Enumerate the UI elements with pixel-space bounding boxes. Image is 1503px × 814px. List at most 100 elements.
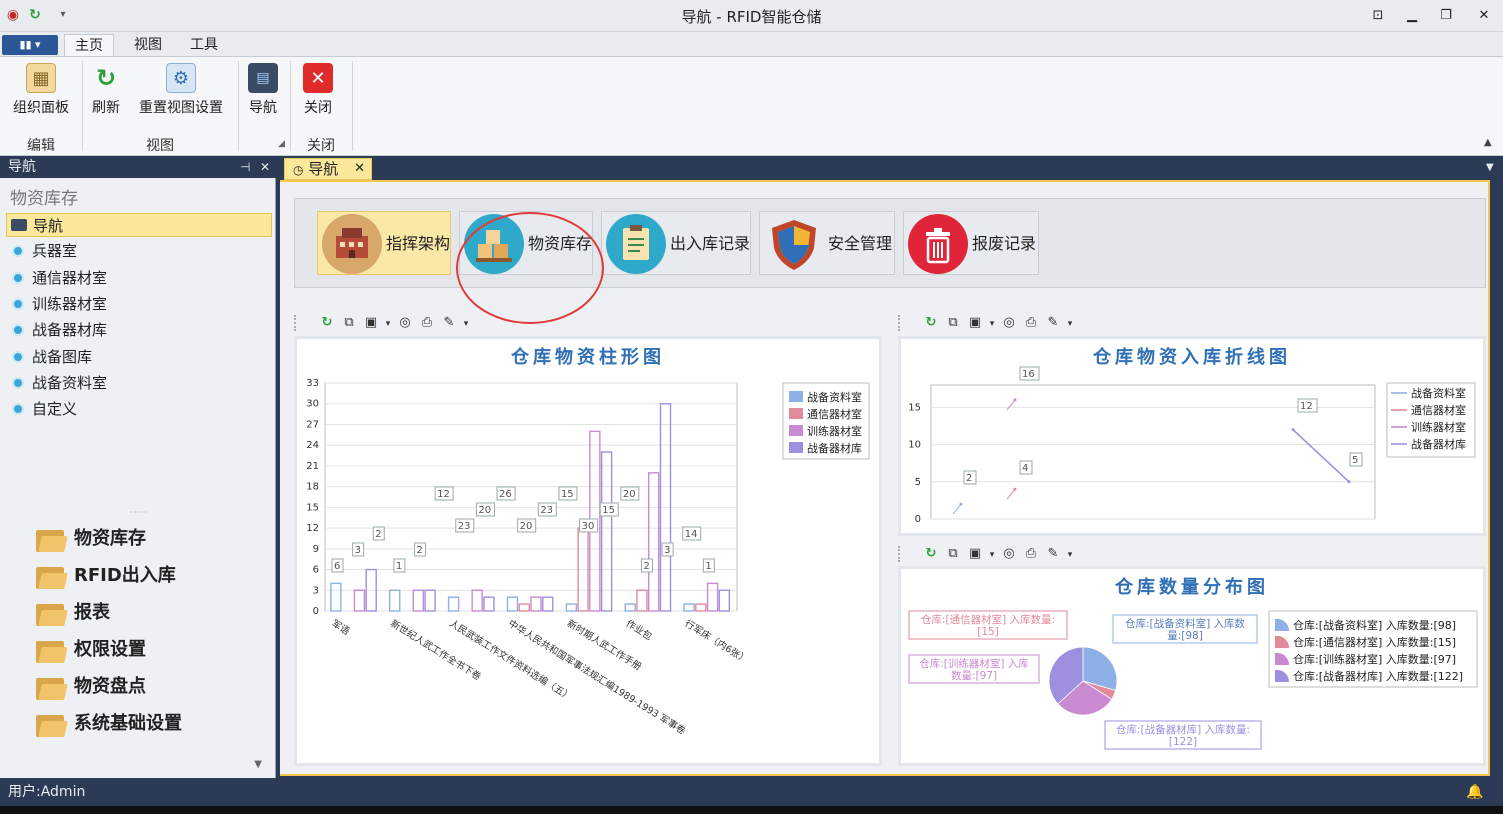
export-icon[interactable]: ✎ [438, 312, 460, 334]
document-tab-bar: ◷ 导航 ✕ ▼ [278, 156, 1503, 180]
nav-item-armory[interactable]: 兵器室 [6, 239, 272, 263]
save-icon[interactable]: ▣ [964, 312, 986, 334]
toolbar-overflow-icon[interactable]: ▾ [1064, 544, 1076, 566]
nav-group-permissions[interactable]: 权限设置 [36, 635, 146, 665]
group-expander-icon[interactable]: ◢ [278, 139, 285, 149]
reset-view-settings-button[interactable]: ⚙ 重置视图设置 [130, 61, 232, 117]
navigation-button[interactable]: ▤ 导航 [242, 61, 284, 117]
organize-panel-icon: ▦ [26, 63, 56, 93]
nav-group-stocktake[interactable]: 物资盘点 [36, 672, 146, 702]
ribbon-tab-bar: ▮▮ ▾ 主页 视图 工具 [0, 32, 1503, 56]
nav-group-label: 物资库存 [74, 528, 146, 549]
module-scrap-records[interactable]: 报废记录 [903, 211, 1039, 275]
data-label: 6 [334, 561, 340, 572]
save-dropdown-icon[interactable]: ▾ [986, 313, 998, 335]
nav-group-rfid[interactable]: RFID出入库 [36, 561, 176, 591]
data-label: 20 [478, 505, 491, 516]
restore-button[interactable]: ❐ [1434, 6, 1458, 26]
current-user: 用户:Admin [8, 784, 86, 800]
toolbar-grip[interactable] [294, 314, 316, 331]
toolbar-grip[interactable] [898, 314, 920, 331]
legend-swatch [789, 408, 803, 419]
close-window-button[interactable]: ✕ [1472, 6, 1496, 26]
print-icon[interactable]: ⎙ [1020, 312, 1042, 334]
y-tick-label: 18 [306, 482, 319, 493]
nav-item-navigation[interactable]: 导航 [6, 213, 272, 237]
data-label: 2 [417, 545, 423, 556]
doc-tabs-dropdown-icon[interactable]: ▼ [1486, 162, 1494, 173]
y-tick-label: 30 [306, 399, 319, 410]
nav-item-comm-equipment[interactable]: 通信器材室 [6, 266, 272, 290]
window-icon[interactable]: ⧉ [942, 312, 964, 334]
toolbar-grip[interactable] [898, 545, 920, 562]
save-icon[interactable]: ▣ [964, 543, 986, 565]
nav-item-custom[interactable]: 自定义 [6, 397, 272, 421]
camera-icon[interactable]: ◎ [998, 312, 1020, 334]
module-security[interactable]: 安全管理 [759, 211, 895, 275]
document-area: ◷ 导航 ✕ ▼ 指挥架构 物资库存 出入库记录 安全管理 报废记录 ↻ ⧉ ▣… [278, 156, 1503, 778]
print-icon[interactable]: ⎙ [416, 312, 438, 334]
minimize-button[interactable]: ▁ [1400, 6, 1424, 26]
data-label: 20 [520, 521, 533, 532]
camera-icon[interactable]: ◎ [394, 312, 416, 334]
nav-group-system-settings[interactable]: 系统基础设置 [36, 709, 182, 739]
refresh-icon: ↻ [95, 64, 117, 92]
scroll-down-icon[interactable]: ▼ [254, 759, 262, 770]
nav-item-map-library[interactable]: 战备图库 [6, 345, 272, 369]
group-label-view: 视图 [146, 138, 174, 154]
refresh-button[interactable]: ↻ 刷新 [86, 61, 126, 117]
doc-tab-close-icon[interactable]: ✕ [354, 159, 365, 179]
pin-window-button[interactable]: ⊡ [1366, 6, 1390, 26]
save-dropdown-icon[interactable]: ▾ [986, 544, 998, 566]
print-icon[interactable]: ⎙ [1020, 543, 1042, 565]
data-label: 12 [437, 489, 450, 500]
export-icon[interactable]: ✎ [1042, 543, 1064, 565]
toolbar-overflow-icon[interactable]: ▾ [1064, 313, 1076, 335]
window-icon[interactable]: ⧉ [942, 543, 964, 565]
nav-item-training-equipment[interactable]: 训练器材室 [6, 292, 272, 316]
toolbar-overflow-icon[interactable]: ▾ [460, 313, 472, 335]
doc-tab-navigation[interactable]: ◷ 导航 ✕ [284, 158, 372, 180]
nav-group-inventory[interactable]: 物资库存 [36, 524, 146, 554]
warehouse-icon [12, 351, 24, 363]
collapse-ribbon-icon[interactable]: ▲ [1484, 137, 1492, 148]
tab-view[interactable]: 视图 [124, 34, 172, 56]
nav-splitter[interactable]: ······· [0, 508, 276, 518]
pin-icon[interactable]: ⊣ [240, 156, 250, 178]
module-command-structure[interactable]: 指挥架构 [317, 211, 451, 275]
camera-icon[interactable]: ◎ [998, 543, 1020, 565]
nav-group-reports[interactable]: 报表 [36, 598, 110, 628]
vertical-scrollbar[interactable] [1491, 180, 1503, 776]
save-dropdown-icon[interactable]: ▾ [382, 313, 394, 335]
y-tick-label: 33 [306, 378, 319, 389]
tab-tools[interactable]: 工具 [180, 34, 228, 56]
save-icon[interactable]: ▣ [360, 312, 382, 334]
folder-icon [36, 676, 68, 700]
data-label: 16 [1022, 369, 1035, 380]
legend-label: 仓库:[战备资料室] 入库数量:[98] [1293, 618, 1456, 632]
refresh-icon[interactable]: ↻ [920, 543, 942, 565]
module-label: 出入库记录 [670, 234, 751, 253]
organize-panel-label: 组织面板 [13, 100, 69, 116]
notification-bell-icon[interactable]: 🔔 [1466, 778, 1483, 806]
tab-home[interactable]: 主页 [64, 34, 114, 56]
x-tick-label: 行军床（内6张） [683, 617, 751, 666]
refresh-icon[interactable]: ↻ [316, 312, 338, 334]
y-tick-label: 0 [313, 606, 319, 617]
nav-item-archive-room[interactable]: 战备资料室 [6, 371, 272, 395]
data-point [1347, 480, 1351, 484]
nav-close-icon[interactable]: ✕ [260, 156, 270, 178]
app-menu-button[interactable]: ▮▮ ▾ [2, 35, 58, 55]
organize-panel-button[interactable]: ▦ 组织面板 [4, 61, 78, 117]
y-tick-label: 15 [908, 402, 921, 413]
refresh-icon[interactable]: ↻ [920, 312, 942, 334]
window-icon[interactable]: ⧉ [338, 312, 360, 334]
module-inout-records[interactable]: 出入库记录 [601, 211, 751, 275]
close-button[interactable]: ✕ 关闭 [296, 61, 340, 117]
data-label: 20 [623, 489, 636, 500]
nav-item-readiness-depot[interactable]: 战备器材库 [6, 318, 272, 342]
export-icon[interactable]: ✎ [1042, 312, 1064, 334]
taskbar-strip [0, 806, 1503, 814]
data-label: 12 [1300, 401, 1313, 412]
module-label: 报废记录 [972, 234, 1037, 253]
